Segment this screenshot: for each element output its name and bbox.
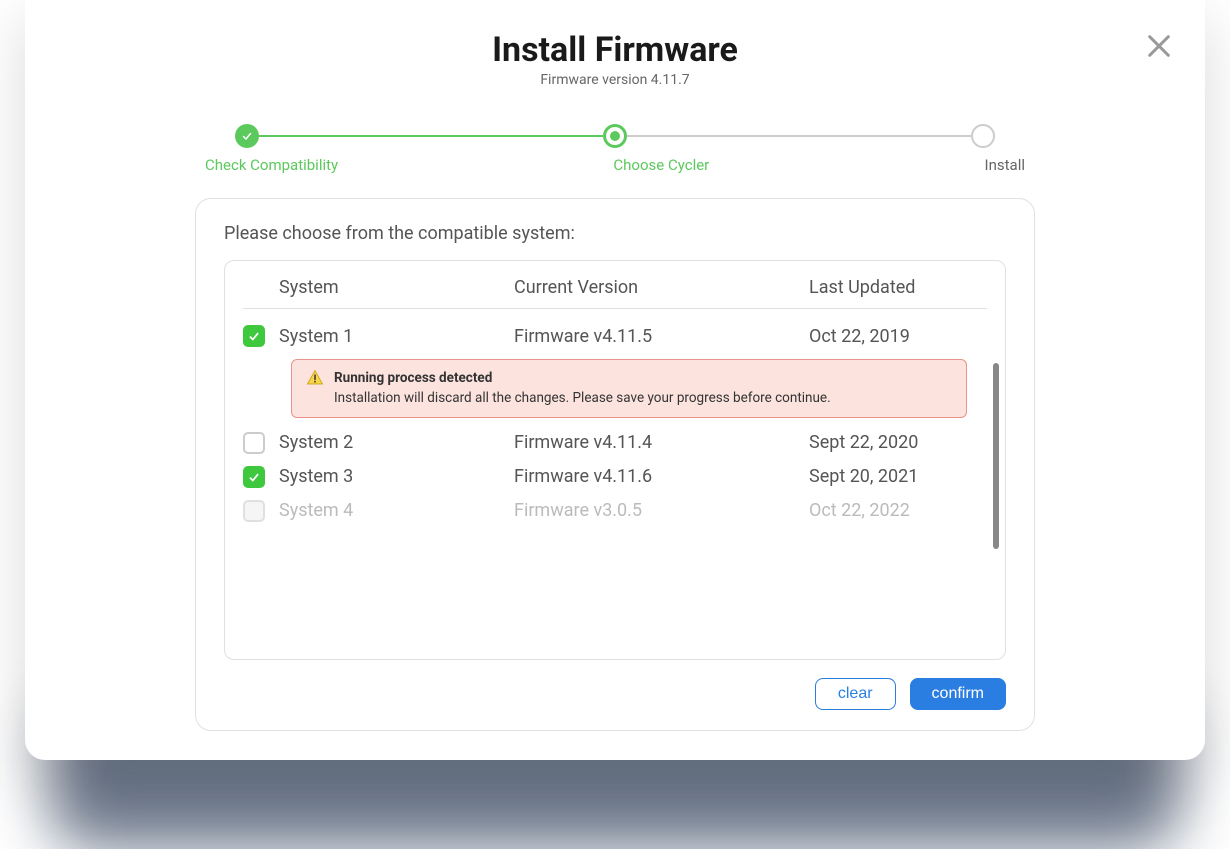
- step-2: [603, 124, 627, 148]
- modal-subtitle: Firmware version 4.11.7: [65, 72, 1165, 88]
- check-icon: [247, 470, 261, 484]
- warning-text: Running process detected Installation wi…: [334, 368, 831, 409]
- row-updated: Oct 22, 2022: [809, 500, 987, 521]
- modal-title: Install Firmware: [65, 30, 1165, 70]
- row-checkbox[interactable]: [243, 466, 265, 488]
- check-icon: [241, 130, 253, 142]
- step-1-label: Check Compatibility: [205, 156, 338, 174]
- modal-header: Install Firmware Firmware version 4.11.7: [65, 30, 1165, 88]
- close-button[interactable]: [1145, 32, 1173, 60]
- table-header: System Current Version Last Updated: [243, 277, 987, 309]
- table-row: System 4 Firmware v3.0.5 Oct 22, 2022: [243, 494, 987, 528]
- row-system: System 4: [279, 500, 514, 521]
- step-3-circle: [971, 124, 995, 148]
- row-system: System 1: [279, 326, 514, 347]
- action-row: clear confirm: [224, 678, 1006, 710]
- prompt-text: Please choose from the compatible system…: [224, 223, 1006, 244]
- step-line-2: [627, 135, 971, 137]
- row-updated: Sept 20, 2021: [809, 466, 987, 487]
- step-3: [971, 124, 995, 148]
- row-version: Firmware v4.11.6: [514, 466, 809, 487]
- progress-stepper: [235, 124, 995, 148]
- row-version: Firmware v4.11.4: [514, 432, 809, 453]
- scrollbar-thumb[interactable]: [993, 363, 999, 549]
- row-version: Firmware v4.11.5: [514, 326, 809, 347]
- table-row[interactable]: System 1 Firmware v4.11.5 Oct 22, 2019: [243, 319, 987, 353]
- clear-button[interactable]: clear: [815, 678, 896, 710]
- row-updated: Oct 22, 2019: [809, 326, 987, 347]
- content-card: Please choose from the compatible system…: [195, 198, 1035, 731]
- step-1: [235, 124, 259, 148]
- confirm-button[interactable]: confirm: [910, 678, 1006, 710]
- step-3-label: Install: [985, 156, 1025, 174]
- warning-banner: Running process detected Installation wi…: [291, 359, 967, 418]
- row-checkbox: [243, 500, 265, 522]
- table-body: System 1 Firmware v4.11.5 Oct 22, 2019 R…: [243, 309, 987, 528]
- row-system: System 3: [279, 466, 514, 487]
- warning-body: Installation will discard all the change…: [334, 390, 831, 406]
- step-line-1: [259, 135, 603, 137]
- row-checkbox[interactable]: [243, 432, 265, 454]
- column-version: Current Version: [514, 277, 809, 298]
- system-table: System Current Version Last Updated Syst…: [224, 260, 1006, 660]
- column-system: System: [279, 277, 514, 298]
- row-checkbox[interactable]: [243, 325, 265, 347]
- table-row[interactable]: System 2 Firmware v4.11.4 Sept 22, 2020: [243, 426, 987, 460]
- step-2-circle: [603, 124, 627, 148]
- warning-title: Running process detected: [334, 368, 831, 388]
- check-icon: [247, 329, 261, 343]
- step-2-label: Choose Cycler: [613, 156, 709, 174]
- close-icon: [1145, 32, 1173, 60]
- table-row[interactable]: System 3 Firmware v4.11.6 Sept 20, 2021: [243, 460, 987, 494]
- step-1-circle: [235, 124, 259, 148]
- row-version: Firmware v3.0.5: [514, 500, 809, 521]
- row-updated: Sept 22, 2020: [809, 432, 987, 453]
- column-updated: Last Updated: [809, 277, 987, 298]
- warning-icon: [306, 369, 324, 387]
- row-system: System 2: [279, 432, 514, 453]
- install-firmware-modal: Install Firmware Firmware version 4.11.7…: [25, 0, 1205, 760]
- step-labels: Check Compatibility Choose Cycler Instal…: [205, 156, 1025, 174]
